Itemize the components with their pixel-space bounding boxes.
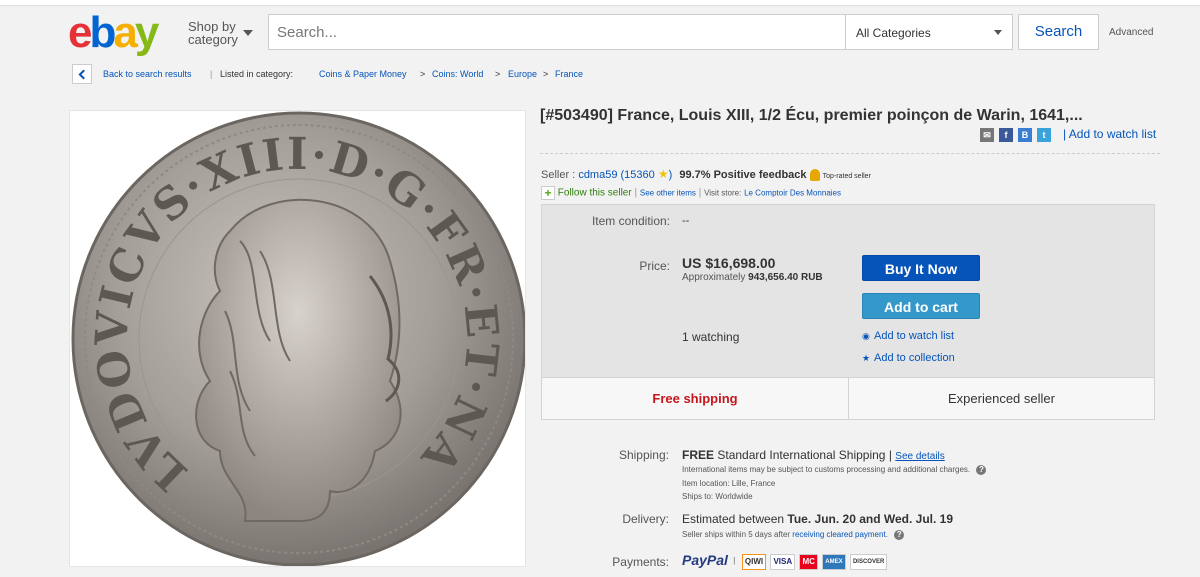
shop-by-line2: category (188, 32, 238, 47)
receiving-payment-link[interactable]: receiving cleared payment (792, 530, 885, 539)
visit-store-label: Visit store: (704, 188, 742, 198)
top-rated-label: Top-rated seller (822, 173, 871, 180)
store-name-link[interactable]: Le Comptoir Des Monnaies (744, 189, 841, 198)
add-watch-label: Add to watch list (874, 330, 955, 342)
delivery-dates: Tue. Jun. 20 and Wed. Jul. 19 (787, 512, 954, 526)
facebook-icon[interactable]: f (999, 128, 1013, 142)
mastercard-logo: MC (799, 553, 818, 570)
chevron-down-icon (994, 30, 1002, 35)
follow-seller-link[interactable]: Follow this seller (558, 188, 632, 199)
search-button[interactable]: Search (1018, 14, 1099, 50)
breadcrumb-item[interactable]: Europe (508, 64, 537, 84)
ships-within-text: Seller ships within 5 days after (682, 530, 791, 540)
add-collection-label: Add to collection (874, 352, 955, 364)
twitter-icon[interactable]: t (1037, 128, 1051, 142)
discover-logo: DISCOVER (849, 553, 888, 570)
delivery-value: Estimated between Tue. Jun. 20 and Wed. … (682, 512, 953, 526)
breadcrumb-item[interactable]: Coins: World (432, 64, 483, 84)
seller-score-close: ) (668, 169, 673, 181)
buy-it-now-button[interactable]: Buy It Now (862, 255, 980, 281)
help-icon[interactable]: ? (976, 465, 987, 475)
add-to-cart-button[interactable]: Add to cart (862, 293, 980, 319)
plus-icon[interactable]: + (541, 186, 555, 200)
shipping-method: Standard International Shipping | (717, 448, 892, 462)
header: ebay Shop by category All Categories Sea… (0, 6, 1200, 60)
positive-feedback: 99.7% Positive feedback (679, 169, 807, 181)
shipping-label: Shipping: (618, 448, 669, 462)
paypal-logo: PayPal (682, 552, 728, 568)
breadcrumb-separator: > (495, 69, 501, 79)
top-rated-icon (809, 169, 820, 182)
price-value: US $16,698.00 (682, 255, 776, 271)
seller-score[interactable]: (15360 (621, 169, 655, 181)
category-select[interactable]: All Categories (846, 15, 1012, 49)
add-to-watch-list-link[interactable]: | Add to watch list (1063, 127, 1156, 141)
amex-logo: AMEX (822, 553, 846, 570)
seller-info: Seller : cdma59 (15360 ★) 99.7% Positive… (541, 167, 871, 182)
purchase-panel: Item condition: -- Price: US $16,698.00 … (541, 204, 1155, 420)
panel-badges: Free shipping Experienced seller (542, 377, 1154, 420)
see-other-items-link[interactable]: See other items (640, 189, 696, 198)
email-icon[interactable]: ✉ (980, 128, 994, 142)
back-to-search-link[interactable]: Back to search results (103, 64, 192, 84)
payments-label: Payments: (612, 555, 669, 569)
condition-label: Item condition: (591, 214, 670, 228)
add-to-watch-list-link[interactable]: ◉ Add to watch list (862, 330, 954, 342)
ships-to: Ships to: Worldwide (682, 492, 753, 501)
blogger-icon[interactable]: B (1018, 128, 1032, 142)
payment-logos: PayPal | QIWI VISA MC AMEX DISCOVER (682, 552, 888, 570)
approx-price: Approximately 943,656.40 RUB (682, 272, 823, 283)
breadcrumb-divider: | (210, 69, 213, 79)
seller-label: Seller : (541, 169, 576, 181)
experienced-seller-badge: Experienced seller (948, 391, 1055, 406)
item-location: Item location: Lille, France (682, 479, 776, 488)
shipping-value: FREE Standard International Shipping | S… (682, 448, 945, 462)
breadcrumb-separator: > (420, 69, 426, 79)
qiwi-logo: QIWI (741, 553, 767, 570)
back-arrow-icon[interactable] (72, 64, 92, 84)
visa-logo: VISA (770, 553, 796, 570)
delivery-prefix: Estimated between (682, 512, 785, 526)
seller-name-link[interactable]: cdma59 (578, 169, 617, 181)
logo-letter-b: b (89, 8, 116, 57)
listed-in-label: Listed in category: (220, 69, 294, 79)
free-shipping-badge: Free shipping (542, 378, 849, 420)
listing-title: [#503490] France, Louis XIII, 1/2 Écu, p… (540, 107, 1083, 124)
divider (540, 153, 1160, 154)
logo-letter-a: a (113, 8, 138, 57)
breadcrumb-separator: > (543, 69, 549, 79)
price-label: Price: (639, 259, 670, 273)
see-details-link[interactable]: See details (895, 451, 944, 462)
item-photo[interactable]: LVDOVICVS·XIII·D·G·FR·ET·NAV·REX (69, 110, 526, 567)
breadcrumb-item[interactable]: France (555, 64, 583, 84)
customs-note: International items may be subject to cu… (682, 465, 987, 475)
customs-note-text: International items may be subject to cu… (682, 465, 971, 475)
delivery-label: Delivery: (622, 512, 669, 526)
logo-letter-e: e (68, 8, 93, 57)
shipping-free: FREE (682, 448, 715, 462)
category-selected: All Categories (856, 26, 931, 40)
condition-value: -- (682, 215, 690, 227)
advanced-search-link[interactable]: Advanced (1109, 27, 1153, 38)
divider: | (733, 555, 736, 565)
approx-value: 943,656.40 RUB (748, 272, 823, 283)
add-to-collection-link[interactable]: ★ Add to collection (862, 352, 955, 364)
star-icon: ★ (657, 167, 669, 181)
breadcrumb-item[interactable]: Coins & Paper Money (319, 64, 407, 84)
coin-image: LVDOVICVS·XIII·D·G·FR·ET·NAV·REX (70, 111, 525, 566)
logo-letter-y: y (134, 8, 160, 57)
ebay-logo[interactable]: ebay (68, 8, 160, 57)
search-bar: All Categories (268, 14, 1013, 50)
watching-count: 1 watching (682, 330, 740, 344)
star-icon: ★ (862, 353, 871, 363)
shop-by-category[interactable]: Shop by category (188, 20, 238, 46)
help-icon[interactable]: ? (894, 530, 905, 540)
search-input[interactable] (269, 15, 846, 49)
eye-icon: ◉ (862, 331, 870, 341)
follow-row: + Follow this seller | See other items |… (541, 186, 841, 200)
chevron-down-icon[interactable] (243, 30, 253, 36)
ships-within: Seller ships within 5 days after receivi… (682, 530, 905, 540)
approx-label: Approximately (682, 272, 746, 283)
